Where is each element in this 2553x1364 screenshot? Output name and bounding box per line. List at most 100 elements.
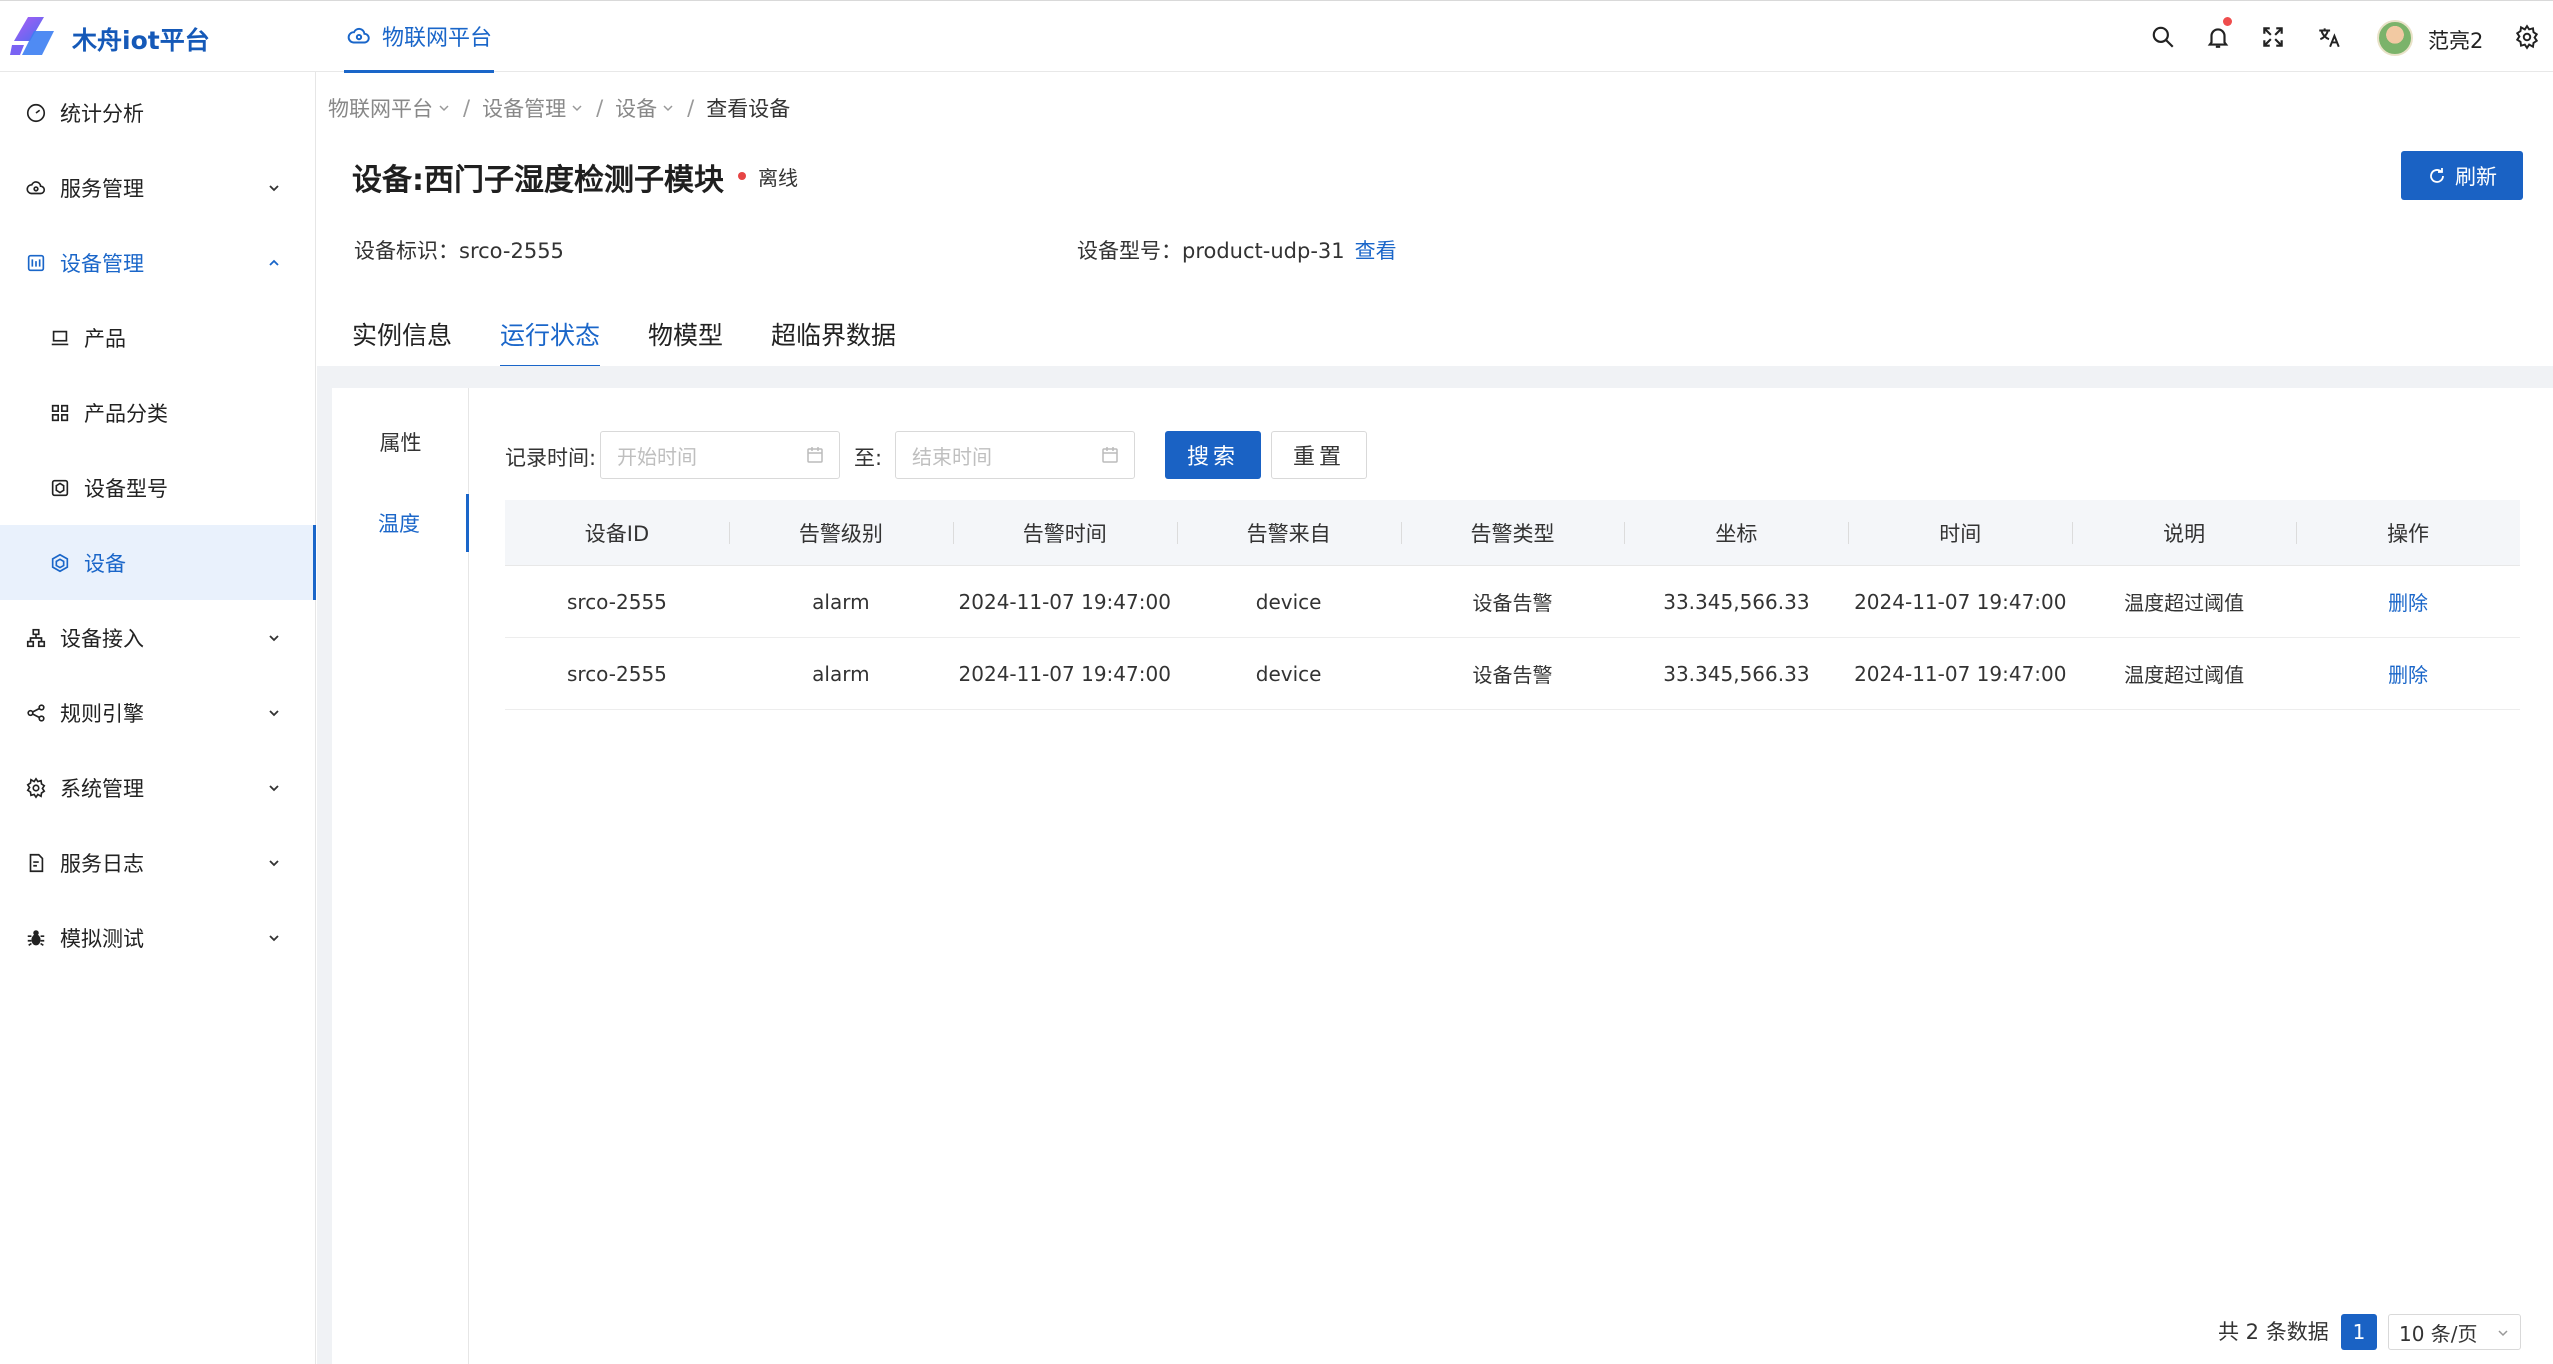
chevron-down-icon (2498, 1330, 2508, 1337)
alarm-table: 设备ID 告警级别 告警时间 告警来自 告警类型 坐标 时间 说明 操作 src… (505, 500, 2520, 710)
search-icon[interactable] (2147, 21, 2179, 53)
column-header: 告警级别 (728, 500, 953, 565)
gear-icon[interactable] (2511, 21, 2543, 53)
device-id-value: srco-2555 (459, 239, 564, 263)
sidebar-item-label: 产品 (84, 326, 126, 351)
sidebar-item-device-access[interactable]: 设备接入 (0, 600, 316, 675)
device-manage-icon (24, 251, 48, 275)
sidebar-item-device-management[interactable]: 设备管理 (0, 225, 316, 300)
sidebar-item-product[interactable]: 产品 (0, 300, 316, 375)
breadcrumb-label: 设备 (615, 97, 658, 121)
table-cell: 温度超过阈值 (2124, 591, 2245, 615)
sidebar-item-rule-engine[interactable]: 规则引擎 (0, 675, 316, 750)
start-time-input[interactable]: 开始时间 (600, 431, 840, 479)
username[interactable]: 范亮2 (2428, 25, 2483, 55)
table-cell: 2024-11-07 19:47:00 (1854, 589, 2067, 614)
app-logo (10, 17, 54, 55)
sidebar-item-device-model[interactable]: 设备型号 (0, 450, 316, 525)
avatar[interactable] (2377, 20, 2413, 56)
column-header: 坐标 (1624, 500, 1848, 565)
refresh-icon (2430, 167, 2444, 183)
cube-icon (48, 476, 72, 500)
cloud-icon (24, 176, 48, 200)
end-time-input[interactable]: 结束时间 (895, 431, 1135, 479)
device-id-label: 设备标识： (354, 239, 459, 263)
breadcrumb-item[interactable]: 设备 (615, 93, 675, 123)
table-cell: srco-2555 (566, 661, 667, 686)
vtab-attribute[interactable]: 属性 (332, 413, 469, 471)
table-row: srco-2555 alarm 2024-11-07 19:47:00 devi… (505, 638, 2520, 710)
table-cell: 33.345,566.33 (1663, 661, 1810, 686)
status-dot (738, 172, 746, 180)
page-size-select[interactable]: 10 条/页 (2388, 1314, 2521, 1350)
sidebar-item-service-log[interactable]: 服务日志 (0, 825, 316, 900)
network-icon (24, 626, 48, 650)
dashboard-icon (24, 101, 48, 125)
device-tabs: 实例信息 运行状态 物模型 超临界数据 (352, 316, 896, 368)
breadcrumb-item[interactable]: 物联网平台 (328, 93, 451, 123)
sidebar-item-system-management[interactable]: 系统管理 (0, 750, 316, 825)
breadcrumb-item[interactable]: 设备管理 (482, 93, 584, 123)
table-cell: device (1255, 661, 1322, 686)
breadcrumb-separator: / (596, 96, 604, 120)
translate-icon[interactable] (2313, 21, 2345, 53)
sidebar-item-product-category[interactable]: 产品分类 (0, 375, 316, 450)
table-cell: 设备告警 (1472, 591, 1553, 615)
breadcrumb-current: 查看设备 (706, 97, 791, 121)
cloud-icon (347, 27, 370, 43)
delete-link[interactable]: 删除 (2296, 566, 2520, 637)
breadcrumb: 物联网平台 / 设备管理 / 设备 / 查看设备 (328, 93, 790, 123)
sidebar-item-simulation-test[interactable]: 模拟测试 (0, 900, 316, 975)
sidebar-item-service-management[interactable]: 服务管理 (0, 150, 316, 225)
search-button[interactable]: 搜索 (1165, 431, 1261, 479)
grid-icon (48, 401, 72, 425)
sidebar-item-label: 服务日志 (60, 851, 144, 876)
table-cell: alarm (812, 589, 870, 614)
column-header: 时间 (1848, 500, 2072, 565)
sidebar-item-label: 设备管理 (60, 251, 144, 276)
chevron-down-icon (269, 784, 279, 791)
sidebar-item-label: 规则引擎 (60, 701, 144, 726)
laptop-icon (48, 326, 72, 350)
sidebar-item-device[interactable]: 设备 (0, 525, 316, 600)
delete-link[interactable]: 删除 (2296, 638, 2520, 709)
table-cell: alarm (812, 661, 870, 686)
sidebar-item-statistics[interactable]: 统计分析 (0, 75, 316, 150)
record-time-label: 记录时间: (505, 446, 597, 470)
top-tab-iot-platform[interactable]: 物联网平台 (344, 1, 495, 73)
view-model-link[interactable]: 查看 (1355, 239, 1397, 263)
device-model-field: 设备型号：product-udp-31 查看 (1077, 235, 1397, 265)
tab-instance-info[interactable]: 实例信息 (352, 316, 452, 366)
app-name: 木舟iot平台 (72, 26, 210, 55)
device-model-label: 设备型号： (1077, 239, 1182, 263)
bell-icon[interactable] (2202, 17, 2234, 53)
chevron-up-icon (269, 259, 279, 266)
breadcrumb-label: 物联网平台 (328, 97, 433, 121)
sidebar-item-label: 设备接入 (60, 626, 144, 651)
status-badge: 离线 (758, 166, 798, 190)
sidebar-item-label: 统计分析 (60, 101, 144, 126)
table-cell: 2024-11-07 19:47:00 (958, 661, 1171, 686)
reset-button[interactable]: 重置 (1271, 431, 1367, 479)
table-cell: 2024-11-07 19:47:00 (958, 589, 1171, 614)
table-cell: 2024-11-07 19:47:00 (1854, 661, 2067, 686)
sidebar-item-label: 系统管理 (60, 776, 144, 801)
running-status-panel: 属性 温度 记录时间: 开始时间 至: 结束时间 搜索 重置 设备ID 告警级别… (332, 388, 2553, 1364)
calendar-icon (1102, 447, 1118, 463)
vtab-temperature[interactable]: 温度 (332, 494, 469, 552)
breadcrumb-label: 设备管理 (482, 97, 567, 121)
refresh-button[interactable]: 刷新 (2401, 151, 2523, 200)
vertical-tabs: 属性 温度 (332, 388, 469, 1364)
device-id-field: 设备标识：srco-2555 (354, 235, 564, 265)
start-time-placeholder: 开始时间 (617, 444, 697, 469)
tab-running-status[interactable]: 运行状态 (500, 316, 601, 368)
column-header: 告警时间 (952, 500, 1177, 565)
fullscreen-icon[interactable] (2257, 21, 2289, 53)
chevron-down-icon (269, 184, 279, 191)
tab-thing-model[interactable]: 物模型 (648, 316, 723, 366)
refresh-label: 刷新 (2455, 164, 2497, 189)
page-number-button[interactable]: 1 (2341, 1314, 2377, 1350)
table-cell: srco-2555 (566, 589, 667, 614)
tab-supercritical-data[interactable]: 超临界数据 (771, 316, 896, 366)
chevron-down-icon (269, 859, 279, 866)
